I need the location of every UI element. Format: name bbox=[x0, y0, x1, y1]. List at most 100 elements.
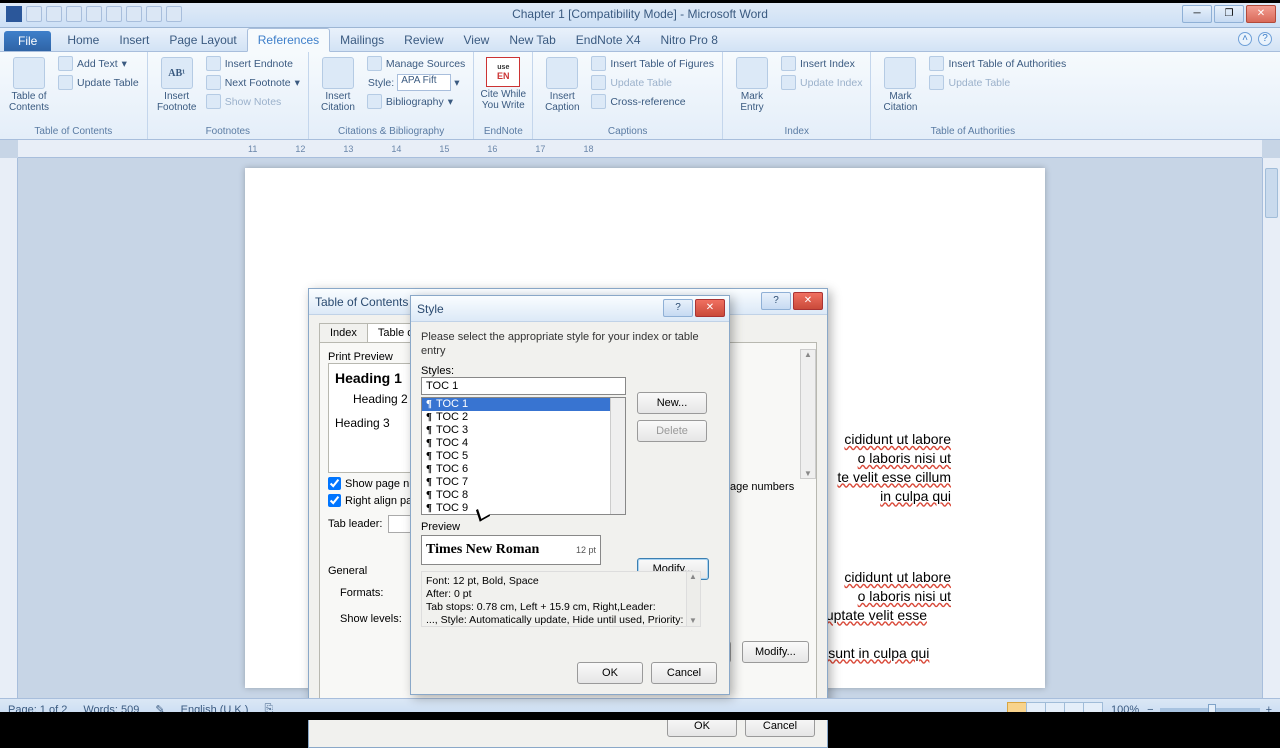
tab-nitro[interactable]: Nitro Pro 8 bbox=[651, 29, 728, 51]
insert-endnote-button[interactable]: Insert Endnote bbox=[204, 55, 302, 72]
insert-caption-button[interactable]: Insert Caption bbox=[539, 55, 585, 113]
maximize-button[interactable]: ❐ bbox=[1214, 5, 1244, 23]
dialog-help-icon[interactable]: ? bbox=[663, 299, 693, 317]
ribbon: Table of Contents Add Text ▾ Update Tabl… bbox=[0, 52, 1280, 140]
styles-label: Styles: bbox=[421, 365, 719, 377]
list-item: ¶TOC 7 bbox=[422, 476, 625, 489]
update-table-button[interactable]: Update Table bbox=[56, 74, 141, 91]
insert-citation-button[interactable]: Insert Citation bbox=[315, 55, 361, 113]
show-notes-button[interactable]: Show Notes bbox=[204, 93, 302, 110]
dialog-help-icon[interactable]: ? bbox=[761, 292, 791, 310]
insert-index-button[interactable]: Insert Index bbox=[779, 55, 864, 72]
document-area: 1112131415161718 cididunt ut labore o la… bbox=[0, 140, 1280, 700]
quick-access-toolbar[interactable] bbox=[26, 6, 182, 22]
table-of-contents-button[interactable]: Table of Contents bbox=[6, 55, 52, 113]
close-button[interactable]: ✕ bbox=[1246, 5, 1276, 23]
update-toa-button[interactable]: Update Table bbox=[927, 74, 1068, 91]
bibliography-button[interactable]: Bibliography ▾ bbox=[365, 93, 467, 110]
vertical-scrollbar[interactable] bbox=[1262, 158, 1280, 700]
tab-new[interactable]: New Tab bbox=[499, 29, 565, 51]
group-label: Footnotes bbox=[154, 126, 302, 139]
horizontal-ruler[interactable]: 1112131415161718 bbox=[18, 140, 1262, 158]
style-ok-button[interactable]: OK bbox=[577, 662, 643, 684]
dialog-close-icon[interactable]: ✕ bbox=[793, 292, 823, 310]
mark-citation-button[interactable]: Mark Citation bbox=[877, 55, 923, 113]
qat-open-icon[interactable] bbox=[106, 6, 122, 22]
help-icon[interactable]: ? bbox=[1258, 32, 1272, 46]
dialog-close-icon[interactable]: ✕ bbox=[695, 299, 725, 317]
preview-scrollbar[interactable]: ▲ ▼ bbox=[800, 349, 816, 479]
citation-icon bbox=[322, 57, 354, 89]
group-label: Citations & Bibliography bbox=[315, 126, 467, 139]
hyperlinks-partial-label: age numbers bbox=[730, 481, 794, 493]
qat-save-icon[interactable] bbox=[26, 6, 42, 22]
tab-endnote[interactable]: EndNote X4 bbox=[566, 29, 651, 51]
formats-label: Formats: bbox=[340, 587, 383, 599]
dialog-title[interactable]: Style ? ✕ bbox=[411, 296, 729, 322]
insert-toa-button[interactable]: Insert Table of Authorities bbox=[927, 55, 1068, 72]
tab-insert[interactable]: Insert bbox=[109, 29, 159, 51]
insert-footnote-button[interactable]: AB¹Insert Footnote bbox=[154, 55, 200, 113]
qat-print-icon[interactable] bbox=[126, 6, 142, 22]
description-scrollbar[interactable] bbox=[686, 572, 700, 626]
update-tof-button[interactable]: Update Table bbox=[589, 74, 716, 91]
style-preview-box: Times New Roman 12 pt bbox=[421, 535, 601, 565]
tab-references[interactable]: References bbox=[247, 28, 330, 52]
cite-while-you-write-button[interactable]: useEN Cite While You Write bbox=[480, 55, 526, 111]
minimize-ribbon-icon[interactable]: ˄ bbox=[1238, 32, 1252, 46]
refresh-icon bbox=[591, 75, 606, 90]
preview-label: Preview bbox=[421, 521, 719, 533]
dialog-tab-index[interactable]: Index bbox=[319, 323, 368, 342]
add-text-button[interactable]: Add Text ▾ bbox=[56, 55, 141, 72]
show-icon bbox=[206, 94, 221, 109]
group-label: Table of Contents bbox=[6, 126, 141, 139]
vertical-ruler[interactable] bbox=[0, 158, 18, 700]
qat-quickprint-icon[interactable] bbox=[166, 6, 182, 22]
mark-entry-button[interactable]: Mark Entry bbox=[729, 55, 775, 113]
ribbon-tabs: File Home Insert Page Layout References … bbox=[0, 28, 1280, 52]
qat-undo-icon[interactable] bbox=[46, 6, 62, 22]
minimize-button[interactable]: ─ bbox=[1182, 5, 1212, 23]
qat-redo-icon[interactable] bbox=[66, 6, 82, 22]
index-icon bbox=[781, 56, 796, 71]
delete-style-button[interactable]: Delete bbox=[637, 420, 707, 442]
group-label: EndNote bbox=[480, 126, 526, 139]
list-item: ¶TOC 2 bbox=[422, 411, 625, 424]
tab-mailings[interactable]: Mailings bbox=[330, 29, 394, 51]
qat-new-icon[interactable] bbox=[86, 6, 102, 22]
selected-style-field[interactable]: TOC 1 bbox=[421, 377, 626, 395]
xref-icon bbox=[591, 94, 606, 109]
caption-icon bbox=[546, 57, 578, 89]
endnote-icon bbox=[206, 56, 221, 71]
tab-view[interactable]: View bbox=[454, 29, 500, 51]
scrollbar-thumb[interactable] bbox=[1265, 168, 1278, 218]
manage-icon bbox=[367, 56, 382, 71]
qat-preview-icon[interactable] bbox=[146, 6, 162, 22]
tof-icon bbox=[591, 56, 606, 71]
file-tab[interactable]: File bbox=[4, 31, 51, 51]
next-footnote-button[interactable]: Next Footnote ▾ bbox=[204, 74, 302, 91]
insert-tof-button[interactable]: Insert Table of Figures bbox=[589, 55, 716, 72]
general-label: General bbox=[328, 565, 367, 577]
group-label: Table of Authorities bbox=[877, 126, 1068, 139]
tab-review[interactable]: Review bbox=[394, 29, 453, 51]
tab-page-layout[interactable]: Page Layout bbox=[159, 29, 246, 51]
mark-citation-icon bbox=[884, 57, 916, 89]
style-instruction-text: Please select the appropriate style for … bbox=[421, 330, 719, 359]
manage-sources-button[interactable]: Manage Sources bbox=[365, 55, 467, 72]
mark-entry-icon bbox=[736, 57, 768, 89]
cross-reference-button[interactable]: Cross-reference bbox=[589, 93, 716, 110]
tab-home[interactable]: Home bbox=[57, 29, 109, 51]
styles-listbox[interactable]: ¶TOC 1 ¶TOC 2 ¶TOC 3 ¶TOC 4 ¶TOC 5 ¶TOC … bbox=[421, 397, 626, 515]
list-item: ¶TOC 5 bbox=[422, 450, 625, 463]
style-cancel-button[interactable]: Cancel bbox=[651, 662, 717, 684]
new-style-button[interactable]: New... bbox=[637, 392, 707, 414]
citation-style-dropdown[interactable]: Style:APA Fift▾ bbox=[365, 74, 467, 91]
update-index-button[interactable]: Update Index bbox=[779, 74, 864, 91]
list-item: ¶TOC 4 bbox=[422, 437, 625, 450]
refresh-icon bbox=[58, 75, 73, 90]
toc-icon bbox=[13, 57, 45, 89]
listbox-scrollbar[interactable] bbox=[610, 398, 625, 514]
toc-modify-button[interactable]: Modify... bbox=[742, 641, 809, 663]
word-icon bbox=[6, 6, 22, 22]
